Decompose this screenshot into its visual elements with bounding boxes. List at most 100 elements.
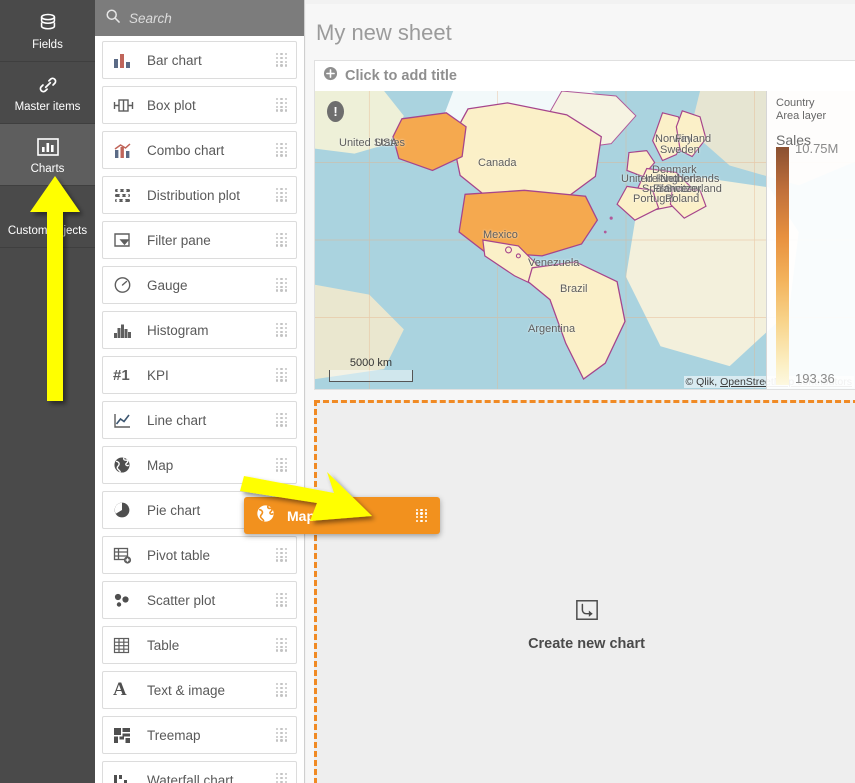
- grip-dots-icon[interactable]: [276, 683, 288, 697]
- chart-item-label: Gauge: [147, 278, 276, 293]
- chart-drop-zone[interactable]: Create new chart: [314, 400, 855, 783]
- chart-item-label: Combo chart: [147, 143, 276, 158]
- map-scale-label: 5000 km: [330, 357, 412, 369]
- legend-max-value: 10.75M: [795, 141, 838, 156]
- chart-item-label: Waterfall chart: [147, 773, 276, 783]
- grip-dots-icon[interactable]: [276, 188, 288, 202]
- chart-item-label: Histogram: [147, 323, 276, 338]
- chart-item-label: Bar chart: [147, 53, 276, 68]
- map-legend: Country Area layer Sales 10.75M 193.36: [766, 91, 855, 389]
- page-title[interactable]: My new sheet: [306, 4, 855, 56]
- legend-min-value: 193.36: [795, 371, 835, 386]
- histogram-icon: [113, 322, 139, 339]
- left-asset-rail: Fields Master items Chart: [0, 0, 95, 783]
- sidebar-item-fields[interactable]: Fields: [0, 0, 95, 62]
- sidebar-item-label: Master items: [15, 101, 81, 113]
- grip-dots-icon[interactable]: [276, 413, 288, 427]
- chart-item-map[interactable]: Map: [102, 446, 297, 484]
- attribution-prefix: © Qlik,: [686, 376, 721, 388]
- chart-item-bar-chart[interactable]: Bar chart: [102, 41, 297, 79]
- chart-item-label: Box plot: [147, 98, 276, 113]
- grip-dots-icon[interactable]: [276, 143, 288, 157]
- grip-dots-icon[interactable]: [416, 509, 428, 523]
- treemap-icon: [113, 727, 139, 744]
- map-visualization[interactable]: Click to add title: [314, 60, 855, 390]
- line-chart-icon: [113, 412, 139, 429]
- kpi-icon: #1: [113, 367, 139, 384]
- waterfall-chart-icon: [113, 772, 139, 783]
- chart-item-pivot-table[interactable]: Pivot table: [102, 536, 297, 574]
- chart-item-scatter-plot[interactable]: Scatter plot: [102, 581, 297, 619]
- chart-item-treemap[interactable]: Treemap: [102, 716, 297, 754]
- chart-item-label: Filter pane: [147, 233, 276, 248]
- sidebar-item-master-items[interactable]: Master items: [0, 62, 95, 124]
- sidebar-item-charts[interactable]: Charts: [0, 124, 95, 186]
- chart-item-line-chart[interactable]: Line chart: [102, 401, 297, 439]
- sheet-canvas: My new sheet Click to add title: [306, 4, 855, 783]
- chart-item-kpi[interactable]: #1 KPI: [102, 356, 297, 394]
- sidebar-item-label: Fields: [32, 39, 63, 51]
- chart-item-box-plot[interactable]: Box plot: [102, 86, 297, 124]
- pie-chart-icon: [113, 501, 139, 519]
- search-bar[interactable]: [95, 0, 304, 36]
- chart-item-label: Pivot table: [147, 548, 276, 563]
- drag-ghost-label: Map: [287, 508, 315, 524]
- distribution-plot-icon: [113, 187, 139, 204]
- chart-item-text-image[interactable]: A Text & image: [102, 671, 297, 709]
- search-icon: [105, 8, 121, 29]
- chart-item-label: Treemap: [147, 728, 276, 743]
- info-icon[interactable]: !: [327, 101, 344, 122]
- grip-dots-icon[interactable]: [276, 233, 288, 247]
- chart-item-gauge[interactable]: Gauge: [102, 266, 297, 304]
- chart-item-label: Table: [147, 638, 276, 653]
- grip-dots-icon[interactable]: [276, 593, 288, 607]
- drop-zone-label: Create new chart: [528, 636, 645, 652]
- bar-chart-icon: [36, 135, 60, 159]
- map-canvas[interactable]: ! United StatesUSACanadaMexicoVenezuelaB…: [315, 91, 855, 389]
- grip-dots-icon[interactable]: [276, 368, 288, 382]
- link-icon: [37, 73, 59, 97]
- chart-item-table[interactable]: Table: [102, 626, 297, 664]
- grip-dots-icon[interactable]: [276, 638, 288, 652]
- drag-ghost-map[interactable]: Map: [244, 497, 440, 534]
- chart-item-combo-chart[interactable]: Combo chart: [102, 131, 297, 169]
- chart-item-histogram[interactable]: Histogram: [102, 311, 297, 349]
- chart-item-label: Line chart: [147, 413, 276, 428]
- bar-chart-icon: [113, 52, 139, 69]
- scatter-plot-icon: [113, 592, 139, 609]
- drop-zone-content: Create new chart: [317, 598, 855, 652]
- grip-dots-icon[interactable]: [276, 53, 288, 67]
- combo-chart-icon: [113, 142, 139, 159]
- grip-dots-icon[interactable]: [276, 548, 288, 562]
- table-icon: [113, 637, 139, 654]
- chart-item-waterfall-chart[interactable]: Waterfall chart: [102, 761, 297, 783]
- legend-color-ramp: [776, 147, 789, 385]
- sidebar-item-label: Custom objects: [8, 225, 87, 237]
- globe-icon: [256, 504, 275, 528]
- charts-panel: Bar chart Box plot: [95, 0, 305, 783]
- sidebar-item-custom-objects[interactable]: Custom objects: [0, 186, 95, 248]
- puzzle-piece-icon: [37, 197, 59, 221]
- grip-dots-icon[interactable]: [276, 278, 288, 292]
- search-input[interactable]: [129, 11, 305, 26]
- sheet-area: My new sheet Click to add title: [306, 0, 855, 783]
- chart-item-label: Text & image: [147, 683, 276, 698]
- chart-item-label: KPI: [147, 368, 276, 383]
- grip-dots-icon[interactable]: [276, 98, 288, 112]
- text-image-icon: A: [113, 679, 139, 701]
- chart-item-distribution-plot[interactable]: Distribution plot: [102, 176, 297, 214]
- chart-item-filter-pane[interactable]: Filter pane: [102, 221, 297, 259]
- map-title-bar[interactable]: Click to add title: [315, 61, 855, 91]
- grip-dots-icon[interactable]: [276, 728, 288, 742]
- plus-circle-icon: [323, 66, 338, 86]
- map-title-placeholder: Click to add title: [345, 68, 457, 84]
- drop-chart-icon: [575, 598, 599, 627]
- box-plot-icon: [113, 97, 139, 114]
- grip-dots-icon[interactable]: [276, 323, 288, 337]
- grip-dots-icon[interactable]: [276, 773, 288, 783]
- chart-item-label: Scatter plot: [147, 593, 276, 608]
- filter-pane-icon: [113, 232, 139, 249]
- gauge-icon: [113, 276, 139, 294]
- grip-dots-icon[interactable]: [276, 458, 288, 472]
- map-scale-bar: 5000 km: [329, 370, 413, 382]
